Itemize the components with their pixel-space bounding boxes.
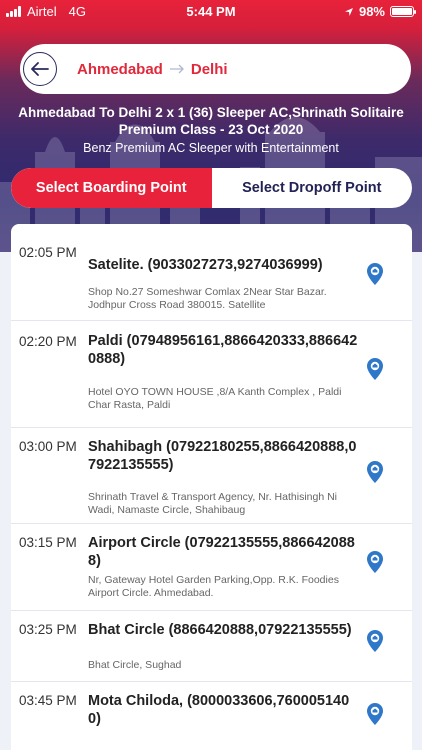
route-from: Ahmedabad — [77, 60, 163, 78]
point-name: Shahibagh (07922180255,8866420888,079221… — [88, 439, 357, 473]
list-item[interactable]: 02:05 PM Satelite. (9033027273,927403699… — [11, 224, 412, 321]
list-item[interactable]: 03:25 PM Bhat Circle (8866420888,0792213… — [11, 611, 412, 682]
point-time: 02:20 PM — [19, 334, 77, 349]
point-time: 03:25 PM — [19, 622, 77, 637]
point-address: Shop No.27 Someshwar Comlax 2Near Star B… — [88, 286, 327, 311]
point-address: Hotel OYO TOWN HOUSE ,8/A Kanth Complex … — [88, 386, 342, 411]
trip-title-line2: Premium Class - 23 Oct 2020 — [118, 122, 304, 137]
location-pin-icon[interactable] — [366, 550, 384, 574]
battery-icon — [390, 6, 416, 17]
point-name: Paldi (07948956161,8866420333,8866420888… — [88, 333, 358, 367]
point-name: Satelite. (9033027273,9274036999) — [88, 257, 323, 273]
route-to: Delhi — [190, 60, 228, 78]
status-right: 98% — [344, 4, 416, 19]
location-pin-icon[interactable] — [366, 262, 384, 286]
list-item[interactable]: 03:45 PM Mota Chiloda, (8000033606,76000… — [11, 682, 412, 750]
battery-percent: 98% — [358, 4, 385, 19]
trip-title: Ahmedabad To Delhi 2 x 1 (36) Sleeper AC… — [0, 104, 422, 138]
list-item[interactable]: 02:20 PM Paldi (07948956161,8866420333,8… — [11, 321, 412, 428]
list-item[interactable]: 03:00 PM Shahibagh (07922180255,88664208… — [11, 428, 412, 524]
point-address: Nr, Gateway Hotel Garden Parking,Opp. R.… — [88, 574, 339, 599]
boarding-points-list: 02:05 PM Satelite. (9033027273,927403699… — [11, 224, 412, 750]
route-text: Ahmedabad Delhi — [77, 61, 228, 78]
point-name: Mota Chiloda, (8000033606,7600051400) — [88, 693, 350, 727]
point-tabs: Select Boarding Point Select Dropoff Poi… — [11, 168, 412, 208]
point-time: 03:15 PM — [19, 535, 77, 550]
route-bar: Ahmedabad Delhi — [20, 44, 411, 94]
location-pin-icon[interactable] — [366, 460, 384, 484]
location-pin-icon[interactable] — [366, 629, 384, 653]
point-name: Bhat Circle (8866420888,07922135555) — [88, 622, 352, 638]
point-time: 02:05 PM — [19, 245, 77, 260]
point-address: Shrinath Travel & Transport Agency, Nr. … — [88, 491, 338, 516]
point-address: Bhat Circle, Sughad — [88, 659, 182, 671]
location-arrow-icon — [344, 7, 353, 16]
tab-boarding-point[interactable]: Select Boarding Point — [11, 168, 212, 208]
location-pin-icon[interactable] — [366, 357, 384, 381]
list-item[interactable]: 03:15 PM Airport Circle (07922135555,886… — [11, 524, 412, 611]
tab-dropoff-point[interactable]: Select Dropoff Point — [212, 168, 413, 208]
point-time: 03:00 PM — [19, 439, 77, 454]
arrow-left-icon — [31, 62, 49, 76]
location-pin-icon[interactable] — [366, 702, 384, 726]
point-name: Airport Circle (07922135555,8866420888) — [88, 535, 355, 569]
arrow-right-icon — [169, 64, 184, 74]
status-bar: Airtel 4G 5:44 PM 98% — [0, 0, 422, 24]
trip-title-line1: Ahmedabad To Delhi 2 x 1 (36) Sleeper AC… — [18, 105, 404, 120]
point-time: 03:45 PM — [19, 693, 77, 708]
trip-subtitle: Benz Premium AC Sleeper with Entertainme… — [83, 141, 339, 155]
back-button[interactable] — [23, 52, 57, 86]
